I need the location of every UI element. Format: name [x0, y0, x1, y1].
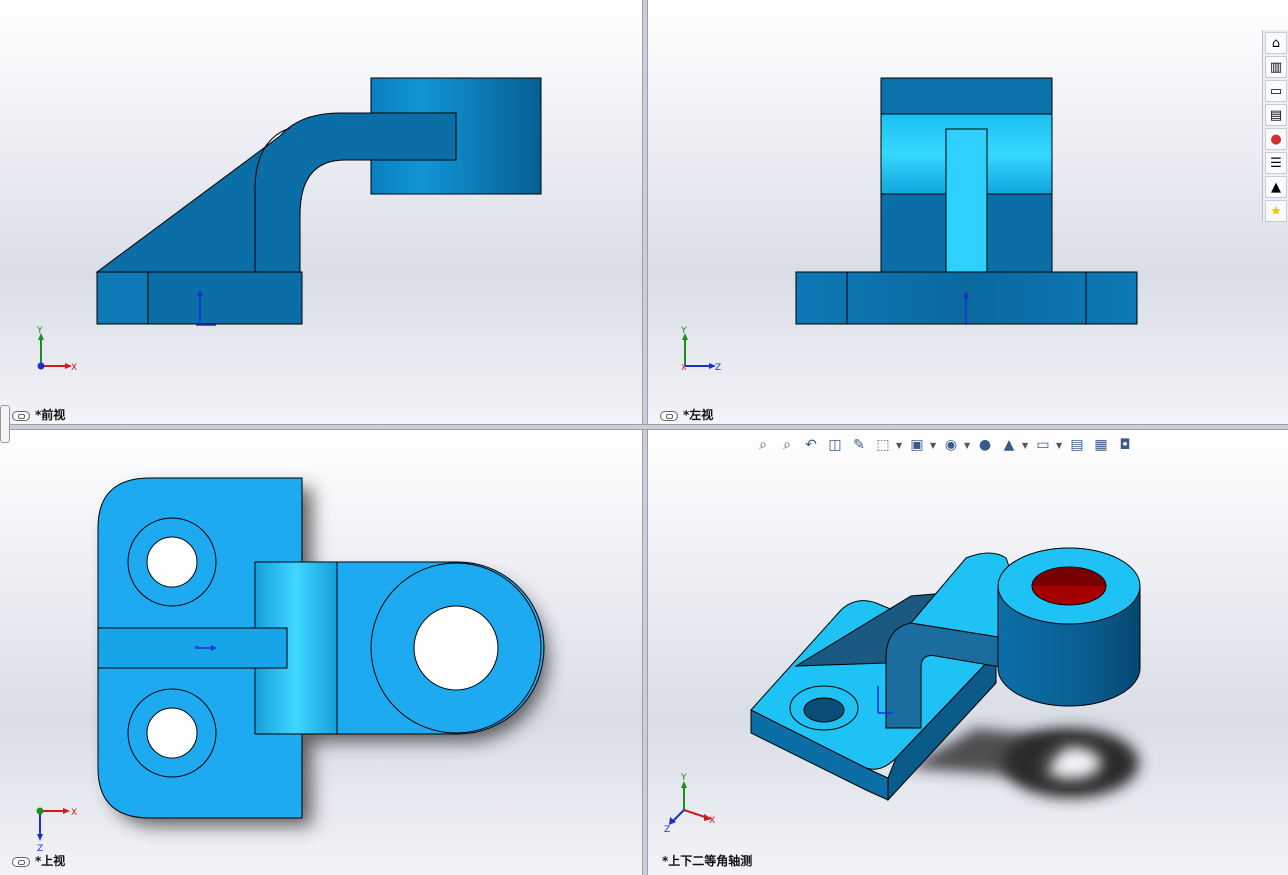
viewport-left[interactable]: Y Z X *左视 — [646, 0, 1288, 424]
left-model: Y Z X — [680, 77, 1138, 373]
viewport-splitter-vertical[interactable] — [642, 0, 648, 875]
tutorial-icon[interactable]: ▲ — [1265, 176, 1287, 198]
edit-appearance-icon[interactable]: ● — [974, 434, 996, 456]
link-view-icon — [12, 856, 30, 867]
apply-scene-icon[interactable]: ▲ — [998, 434, 1020, 456]
dropdown-arrow-icon[interactable]: ▼ — [964, 441, 972, 450]
svg-text:Z: Z — [715, 363, 721, 373]
zoom-area-icon[interactable]: ⌕ — [776, 434, 798, 456]
left-view-label: *左视 — [660, 406, 713, 423]
properties-icon[interactable]: ☰ — [1265, 152, 1287, 174]
section-view-icon[interactable]: ◫ — [824, 434, 846, 456]
triad-iso: Y X Z — [664, 773, 715, 835]
favorites-icon[interactable]: ★ — [1265, 200, 1287, 222]
panel-collapse-handle[interactable] — [0, 405, 10, 443]
svg-text:Y: Y — [36, 326, 43, 336]
view-palette-icon[interactable]: ▤ — [1265, 104, 1287, 126]
dropdown-arrow-icon[interactable]: ▼ — [896, 441, 904, 450]
viewport-splitter-horizontal[interactable] — [0, 424, 1288, 430]
iso-view-label: *上下二等角轴测 — [662, 854, 753, 868]
triad-top: X Z — [36, 807, 77, 854]
zoom-to-fit-icon[interactable]: ⌕ — [752, 434, 774, 456]
viewport-iso[interactable]: Y X Z *上下二等角轴测 — [646, 428, 1288, 875]
dropdown-arrow-icon[interactable]: ▼ — [1022, 441, 1030, 450]
svg-text:X: X — [71, 808, 77, 818]
svg-text:Y: Y — [680, 773, 687, 783]
top-model: * X Z — [36, 477, 548, 854]
top-view-label: *上视 — [12, 852, 65, 869]
svg-text:X: X — [71, 363, 77, 373]
parts-library-icon[interactable]: ▥ — [1265, 56, 1287, 78]
viewport-top[interactable]: * X Z *上视 — [0, 428, 642, 875]
svg-text:Y: Y — [680, 326, 687, 336]
svg-text:X: X — [681, 363, 687, 372]
screen-capture-icon[interactable]: ▦ — [1090, 434, 1112, 456]
dropdown-arrow-icon[interactable]: ▼ — [930, 441, 938, 450]
display-style-icon[interactable]: ▣ — [906, 434, 928, 456]
triad-front: Y X — [36, 326, 77, 373]
task-pane-tabs: ⌂ ▥ ▭ ▤ ● ☰ ▲ ★ — [1262, 30, 1288, 222]
link-view-icon — [660, 410, 678, 421]
display-pane-icon[interactable]: ▤ — [1066, 434, 1088, 456]
appearance-icon[interactable]: ● — [1265, 128, 1287, 150]
svg-text:X: X — [709, 816, 715, 826]
folder-icon[interactable]: ▭ — [1265, 80, 1287, 102]
triad-left: Y Z X — [680, 326, 721, 373]
dynamic-annotation-icon[interactable]: ✎ — [848, 434, 870, 456]
heads-up-view-toolbar: ⌕ ⌕ ↶ ◫ ✎ ⬚ ▼ ▣ ▼ ◉ ▼ ● ▲ ▼ ▭ ▼ ▤ ▦ ◘ — [752, 433, 1136, 457]
view-orientation-icon[interactable]: ⬚ — [872, 434, 894, 456]
hide-show-icon[interactable]: ◉ — [940, 434, 962, 456]
svg-text:Z: Z — [664, 825, 670, 835]
home-icon[interactable]: ⌂ — [1265, 32, 1287, 54]
link-view-icon — [12, 410, 30, 421]
previous-view-icon[interactable]: ↶ — [800, 434, 822, 456]
camera-icon[interactable]: ◘ — [1114, 434, 1136, 456]
iso-model: Y X Z — [664, 547, 1141, 835]
front-view-label: *前视 — [12, 406, 65, 423]
front-model: Y X — [36, 77, 542, 373]
dropdown-arrow-icon[interactable]: ▼ — [1056, 441, 1064, 450]
viewport-front[interactable]: Y X *前视 — [0, 0, 642, 424]
svg-text:*: * — [194, 644, 199, 655]
view-settings-icon[interactable]: ▭ — [1032, 434, 1054, 456]
